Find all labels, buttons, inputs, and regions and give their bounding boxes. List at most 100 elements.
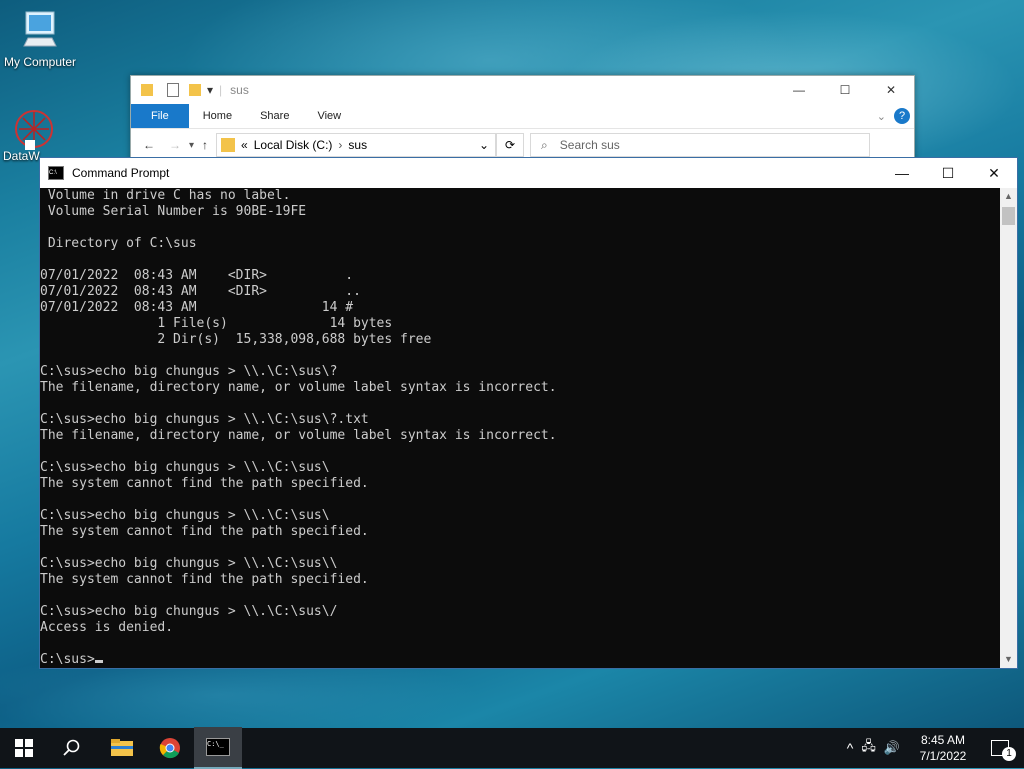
search-icon <box>63 739 80 756</box>
console-line: C:\sus>echo big chungus > \\.\C:\sus\?.t… <box>40 412 369 427</box>
scroll-thumb[interactable] <box>1002 207 1015 225</box>
cmd-titlebar[interactable]: C:\ Command Prompt — ☐ ✕ <box>40 158 1017 188</box>
breadcrumb-local-disk[interactable]: Local Disk (C:) <box>254 138 333 152</box>
separator: | <box>219 83 223 97</box>
cmd-title: Command Prompt <box>72 166 170 180</box>
tab-home[interactable]: Home <box>189 104 246 128</box>
maximize-button[interactable]: ☐ <box>822 83 868 97</box>
cmd-icon: C:\ <box>48 166 64 180</box>
minimize-button[interactable]: — <box>776 83 822 97</box>
desktop-icon-label: My Computer <box>3 55 77 69</box>
clock-time: 8:45 AM <box>920 733 966 747</box>
minimize-button[interactable]: — <box>879 158 925 188</box>
search-icon: ⌕ <box>541 137 548 152</box>
console-output[interactable]: Volume in drive C has no label. Volume S… <box>40 188 1000 668</box>
explorer-titlebar: ▾ | sus — ☐ ✕ <box>131 76 914 104</box>
start-icon <box>15 739 33 757</box>
refresh-button[interactable]: ⟳ <box>496 133 525 157</box>
chevron-down-icon[interactable]: ⌄ <box>479 138 489 152</box>
chevron-up-icon[interactable]: ^ <box>847 740 854 756</box>
forward-icon[interactable]: → <box>169 138 181 152</box>
console-line: C:\sus>echo big chungus > \\.\C:\sus\? <box>40 364 338 379</box>
taskbar-command-prompt[interactable]: C:\_ <box>194 727 242 769</box>
console-line: 07/01/2022 08:43 AM 14 # <box>40 300 354 315</box>
new-folder-icon[interactable] <box>189 84 201 96</box>
tab-file[interactable]: File <box>131 104 189 128</box>
properties-icon[interactable] <box>167 83 179 97</box>
address-bar[interactable]: « Local Disk (C:) › sus ⌄ <box>216 133 497 157</box>
volume-icon[interactable]: 🔊 <box>884 740 900 756</box>
folder-icon <box>221 138 236 152</box>
taskbar-chrome[interactable] <box>146 728 194 768</box>
chevron-down-icon[interactable]: ▾ <box>207 83 213 97</box>
dataw-app-icon <box>15 110 53 150</box>
explorer-title: sus <box>230 83 249 97</box>
console-line: C:\sus>echo big chungus > \\.\C:\sus\ <box>40 508 330 523</box>
close-button[interactable]: ✕ <box>868 83 914 97</box>
console-line: 1 File(s) 14 bytes <box>40 316 393 331</box>
search-box[interactable]: ⌕ Search sus <box>530 133 871 157</box>
text-cursor <box>94 660 103 663</box>
console-line: Access is denied. <box>40 620 174 635</box>
search-placeholder: Search sus <box>559 138 620 152</box>
vertical-scrollbar[interactable]: ▲ ▼ <box>1000 188 1017 668</box>
console-line: C:\sus>echo big chungus > \\.\C:\sus\\ <box>40 556 338 571</box>
console-line: The system cannot find the path specifie… <box>40 476 369 491</box>
clock[interactable]: 8:45 AM 7/1/2022 <box>910 732 976 764</box>
start-button[interactable] <box>0 728 48 768</box>
maximize-button[interactable]: ☐ <box>925 158 971 188</box>
help-icon[interactable]: ? <box>894 108 910 124</box>
console-line: The system cannot find the path specifie… <box>40 524 369 539</box>
close-button[interactable]: ✕ <box>971 158 1017 188</box>
console-line: C:\sus>echo big chungus > \\.\C:\sus\ <box>40 460 330 475</box>
scroll-up-arrow[interactable]: ▲ <box>1000 188 1017 205</box>
console-line: The filename, directory name, or volume … <box>40 380 557 395</box>
computer-icon <box>23 11 57 47</box>
folder-icon <box>141 84 153 96</box>
tab-share[interactable]: Share <box>246 104 303 128</box>
notification-count: 1 <box>1002 747 1016 761</box>
taskbar: C:\_ ^ 🖧 🔊 8:45 AM 7/1/2022 1 <box>0 727 1024 769</box>
console-line: C:\sus>echo big chungus > \\.\C:\sus\/ <box>40 604 338 619</box>
chrome-icon <box>159 738 180 759</box>
console-line: Volume in drive C has no label. <box>40 188 291 203</box>
search-button[interactable] <box>48 728 96 768</box>
console-line: 07/01/2022 08:43 AM <DIR> . <box>40 268 354 283</box>
console-line: The filename, directory name, or volume … <box>40 428 557 443</box>
back-icon[interactable]: ← <box>143 138 155 152</box>
breadcrumb-separator: › <box>338 138 343 152</box>
clock-date: 7/1/2022 <box>919 749 967 763</box>
ribbon-tabs: File Home Share View ⌄ ? <box>131 104 914 128</box>
command-prompt-window[interactable]: C:\ Command Prompt — ☐ ✕ Volume in drive… <box>39 157 1018 669</box>
console-prompt-line[interactable]: C:\sus> <box>40 652 1000 668</box>
file-explorer-icon <box>111 739 133 756</box>
tab-view[interactable]: View <box>303 104 355 128</box>
chevron-down-icon[interactable]: ▾ <box>189 140 194 151</box>
console-line: 07/01/2022 08:43 AM <DIR> .. <box>40 284 361 299</box>
console-prompt: C:\sus> <box>40 652 95 667</box>
console-lines: Volume in drive C has no label. Volume S… <box>40 188 1000 652</box>
console-line: 2 Dir(s) 15,338,098,688 bytes free <box>40 332 432 347</box>
breadcrumb-overflow[interactable]: « <box>241 138 248 152</box>
desktop-icon-my-computer[interactable]: My Computer <box>0 8 80 69</box>
scroll-down-arrow[interactable]: ▼ <box>1000 651 1017 668</box>
desktop-icon-dataw[interactable]: DataW <box>0 106 80 163</box>
chevron-down-icon[interactable]: ⌄ <box>877 110 886 123</box>
taskbar-file-explorer[interactable] <box>98 728 146 768</box>
up-icon[interactable]: ↑ <box>202 138 208 152</box>
console-line: The system cannot find the path specifie… <box>40 572 369 587</box>
notification-button[interactable]: 1 <box>976 728 1024 768</box>
console-line: Directory of C:\sus <box>40 236 197 251</box>
breadcrumb-sus[interactable]: sus <box>348 138 367 152</box>
network-icon[interactable]: 🖧 <box>861 737 876 759</box>
cmd-icon: C:\_ <box>206 738 230 756</box>
